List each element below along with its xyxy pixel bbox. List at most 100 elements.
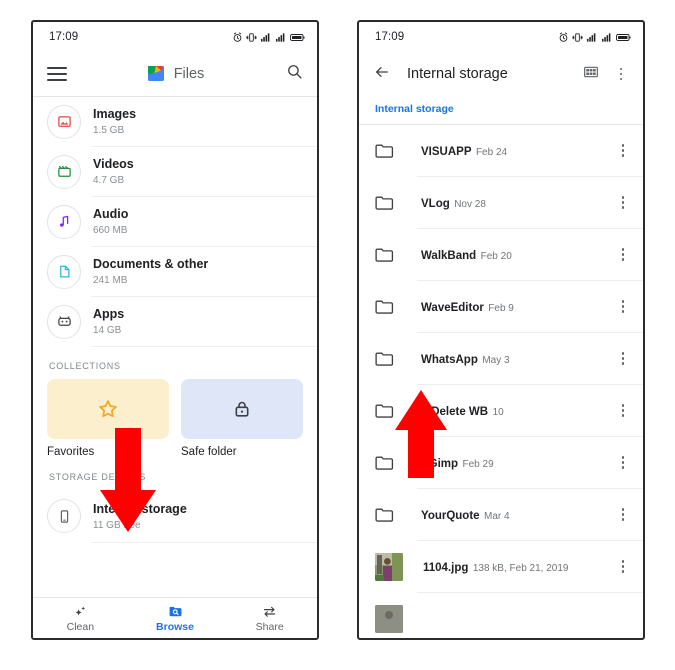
file-text: WaveEditor Feb 9 [421,298,615,316]
safe-folder-label: Safe folder [181,446,237,458]
table-row-partial[interactable] [359,593,643,638]
image-icon [47,104,81,139]
browse-scroll-area[interactable]: Images 1.5 GB Videos 4.7 GB Audio 660 MB… [33,97,317,603]
vibrate-icon [246,32,257,42]
collections-cards [33,379,317,439]
table-row[interactable]: WalkBand Feb 20 [359,229,643,280]
category-row-apps[interactable]: Apps 14 GB [33,297,317,346]
table-row[interactable]: WaveEditor Feb 9 [359,281,643,332]
page-title: Internal storage [407,66,508,82]
row-overflow-icon[interactable] [615,404,631,417]
category-row-documents[interactable]: Documents & other 241 MB [33,247,317,296]
category-text: Images 1.5 GB [93,105,136,138]
file-name: VLog [421,197,450,210]
back-arrow-icon[interactable] [373,64,391,85]
row-overflow-icon[interactable] [615,456,631,469]
category-title: Documents & other [93,257,209,272]
phone-icon [47,499,81,533]
audio-icon [47,204,81,239]
nav-item-clean[interactable]: Clean [33,604,128,633]
row-overflow-icon[interactable] [615,352,631,365]
file-text: WhatsApp May 3 [421,350,615,368]
file-text: VISUAPP Feb 24 [421,142,615,160]
favorites-card[interactable] [47,379,169,439]
status-icon-group [232,32,305,43]
file-text: WalkBand Feb 20 [421,246,615,264]
file-name: tsDelete WB [421,405,489,418]
category-size: 4.7 GB [93,175,125,187]
browse-icon [169,606,181,616]
table-row[interactable]: WhatsApp May 3 [359,333,643,384]
category-title: Audio [93,207,129,222]
file-list[interactable]: VISUAPP Feb 24 VLog Nov 28 WalkBand Feb … [359,125,643,638]
row-overflow-icon[interactable] [615,248,631,261]
file-name: WalkBand [421,249,477,262]
brand-lockup: Files [33,65,317,83]
nav-item-share[interactable]: Share [222,604,317,633]
category-row-audio[interactable]: Audio 660 MB [33,197,317,246]
file-sub: Nov 28 [454,198,486,210]
category-text: Audio 660 MB [93,205,128,238]
collections-section-label: COLLECTIONS [49,361,121,371]
file-text: tsDelete WB 10 [421,402,615,420]
document-icon [47,254,81,289]
status-time: 17:09 [49,31,79,43]
row-overflow-icon[interactable] [615,196,631,209]
search-icon[interactable] [286,63,303,85]
category-text: Videos 4.7 GB [93,155,134,188]
table-row[interactable]: VISUAPP Feb 24 [359,125,643,176]
table-row[interactable]: XGimp Feb 29 [359,437,643,488]
row-divider [91,542,317,543]
signal-icon [601,32,611,42]
storage-row-internal[interactable]: Internal storage 11 GB free [33,490,317,542]
file-text: VLog Nov 28 [421,194,615,212]
overflow-menu-icon[interactable] [613,67,629,81]
folder-icon [375,143,401,159]
table-row[interactable]: YourQuote Mar 4 [359,489,643,540]
file-text: 1104.jpg 138 kB, Feb 21, 2019 [423,558,615,576]
nav-label-clean: Clean [66,620,95,633]
file-sub: Feb 29 [462,458,494,470]
row-overflow-icon[interactable] [615,560,631,573]
file-sub: Mar 4 [484,510,510,522]
row-overflow-icon[interactable] [615,144,631,157]
vibrate-icon [572,32,583,42]
category-title: Videos [93,157,134,172]
image-thumbnail [375,604,403,633]
nav-item-browse[interactable]: Browse [128,604,223,633]
row-overflow-icon[interactable] [615,300,631,313]
category-row-videos[interactable]: Videos 4.7 GB [33,147,317,196]
nav-label-browse: Browse [156,620,194,633]
collections-card-labels: Favorites Safe folder [33,439,317,458]
folder-icon [375,455,401,471]
status-bar-right: 17:09 [359,22,643,52]
hamburger-icon[interactable] [47,67,67,81]
storage-section-label: STORAGE DEVICES [49,472,147,482]
nav-label-share: Share [255,620,284,633]
storage-sub: 11 GB free [93,519,141,531]
file-sub: Feb 20 [480,250,512,262]
star-icon [99,400,117,418]
folder-icon [375,351,401,367]
row-overflow-icon[interactable] [615,508,631,521]
category-row-images[interactable]: Images 1.5 GB [33,97,317,146]
table-row[interactable]: 1104.jpg 138 kB, Feb 21, 2019 [359,541,643,592]
table-row[interactable]: VLog Nov 28 [359,177,643,228]
image-thumbnail [375,552,403,581]
folder-icon [375,507,401,523]
folder-icon [375,195,401,211]
alarm-icon [233,32,242,42]
signal-icon [275,32,285,42]
category-title: Images [93,107,137,122]
share-icon [264,606,276,617]
folder-icon [375,247,401,263]
grid-view-icon[interactable] [583,64,599,85]
category-text: Documents & other 241 MB [93,255,208,288]
safe-folder-card[interactable] [181,379,303,439]
file-text: XGimp Feb 29 [421,454,615,472]
storage-text: Internal storage 11 GB free [93,500,187,533]
breadcrumb[interactable]: Internal storage [359,96,643,124]
file-name: 1104.jpg [423,561,469,574]
table-row[interactable]: tsDelete WB 10 [359,385,643,436]
files-logo [146,65,166,83]
